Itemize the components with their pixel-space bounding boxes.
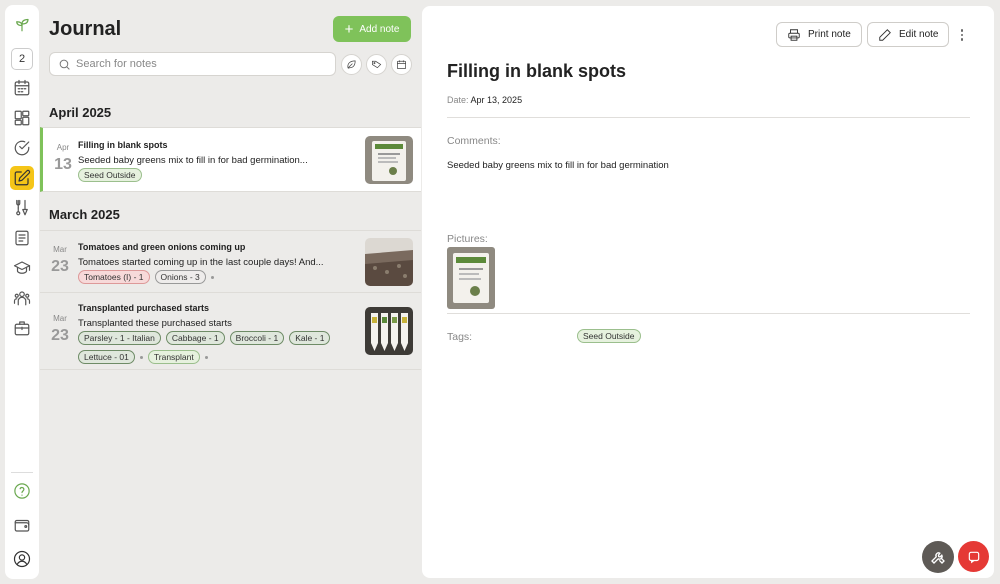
divider — [447, 117, 970, 118]
date-label: Date: — [447, 95, 469, 105]
briefcase-icon[interactable] — [10, 316, 34, 340]
tag-chip[interactable]: Broccoli - 1 — [229, 331, 285, 345]
pictures-label: Pictures: — [447, 233, 488, 245]
note-thumbnail[interactable] — [365, 136, 413, 184]
chat-support-button[interactable] — [958, 541, 989, 572]
nav-rail: 2 — [5, 5, 39, 579]
entry-month: Apr — [56, 143, 70, 152]
calendar-icon[interactable] — [10, 76, 34, 100]
entry-title: Filling in blank spots — [78, 140, 168, 150]
tag-chip[interactable]: Onions - 3 — [154, 270, 206, 284]
note-edit-icon[interactable] — [10, 166, 34, 190]
note-date: Date: Apr 13, 2025 — [447, 95, 522, 105]
seedling-tray-photo-icon — [365, 238, 413, 286]
edit-note-button[interactable]: Edit note — [867, 22, 950, 47]
month-header: April 2025 — [49, 105, 112, 120]
tag-chip[interactable]: Parsley - 1 - Italian — [78, 331, 161, 345]
edit-note-label: Edit note — [899, 29, 939, 40]
note-picture[interactable] — [447, 247, 495, 309]
notification-count-badge[interactable]: 2 — [11, 48, 33, 70]
document-icon[interactable] — [10, 226, 34, 250]
community-icon[interactable] — [10, 286, 34, 310]
list-item[interactable]: Mar 23 Tomatoes and green onions coming … — [40, 230, 421, 293]
more-tags-dot — [204, 355, 208, 359]
search-icon — [59, 59, 70, 70]
comments-text: Seeded baby greens mix to fill in for ba… — [447, 160, 669, 171]
search-input[interactable] — [76, 58, 316, 70]
print-note-label: Print note — [808, 29, 851, 40]
add-note-button[interactable]: + Add note — [333, 16, 411, 42]
entry-title: Tomatoes and green onions coming up — [78, 242, 246, 252]
tags-label: Tags: — [447, 331, 473, 343]
entry-month: Mar — [53, 314, 67, 323]
layout-grid-icon[interactable] — [10, 106, 34, 130]
rail-divider — [11, 472, 33, 473]
more-tags-dot — [210, 275, 214, 279]
entry-month: Mar — [53, 245, 67, 254]
add-note-label: Add note — [359, 23, 400, 35]
tag-chip[interactable]: Tomatoes (I) - 1 — [78, 270, 150, 284]
tag-chip[interactable]: Seed Outside — [577, 329, 641, 343]
printer-icon — [788, 28, 800, 41]
seed-packet-photo-icon — [447, 247, 495, 309]
tag-chip[interactable]: Kale - 1 — [289, 331, 331, 345]
divider — [447, 313, 970, 314]
entry-title: Transplanted purchased starts — [78, 303, 210, 313]
tools-icon — [931, 552, 945, 564]
plus-icon: + — [344, 20, 354, 38]
comments-label: Comments: — [447, 135, 501, 147]
list-item[interactable]: Apr 13 Filling in blank spots Seeded bab… — [40, 127, 421, 192]
search-box[interactable] — [49, 52, 336, 76]
plant-markers-photo-icon — [365, 307, 413, 355]
entry-tags: Parsley - 1 - Italian Cabbage - 1 Brocco… — [78, 331, 353, 364]
note-thumbnail[interactable] — [365, 307, 413, 355]
entry-day: 23 — [51, 327, 69, 344]
notes-list-panel: Journal + Add note April 2025 Apr 13 Fil… — [40, 0, 421, 584]
wallet-icon[interactable] — [10, 513, 34, 537]
tools-fab-button[interactable] — [922, 541, 954, 573]
tag-chip[interactable]: Seed Outside — [78, 168, 142, 182]
date-value: Apr 13, 2025 — [470, 95, 523, 105]
entry-description: Transplanted these purchased starts — [78, 318, 232, 329]
leaf-icon — [347, 60, 356, 69]
filter-tag-button[interactable] — [366, 54, 387, 75]
tag-chip[interactable]: Lettuce - 01 — [78, 350, 135, 364]
page-title: Journal — [49, 18, 122, 40]
help-circle-icon[interactable] — [10, 479, 34, 503]
note-detail-panel: Print note Edit note Filling in blank sp… — [422, 6, 994, 578]
entry-description: Seeded baby greens mix to fill in for ba… — [78, 155, 308, 166]
entry-day: 23 — [51, 258, 69, 275]
month-header: March 2025 — [49, 207, 120, 222]
graduation-cap-icon[interactable] — [10, 256, 34, 280]
tag-chip[interactable]: Cabbage - 1 — [165, 331, 225, 345]
calendar-icon — [397, 60, 406, 69]
garden-tools-icon[interactable] — [10, 196, 34, 220]
sprout-logo-icon[interactable] — [10, 12, 34, 36]
entry-description: Tomatoes started coming up in the last c… — [78, 257, 324, 268]
chat-icon — [968, 551, 979, 563]
pencil-icon — [879, 28, 891, 41]
note-thumbnail[interactable] — [365, 238, 413, 286]
more-options-icon[interactable] — [954, 26, 970, 44]
seed-packet-photo-icon — [365, 136, 413, 184]
entry-day: 13 — [54, 156, 72, 173]
filter-plant-button[interactable] — [341, 54, 362, 75]
note-title: Filling in blank spots — [447, 61, 627, 81]
filter-date-button[interactable] — [391, 54, 412, 75]
entry-tags: Tomatoes (I) - 1 Onions - 3 — [78, 270, 353, 284]
tag-icon — [372, 60, 382, 69]
entry-tags: Seed Outside — [78, 168, 353, 182]
print-note-button[interactable]: Print note — [776, 22, 862, 47]
tag-chip[interactable]: Transplant — [147, 350, 200, 364]
check-circle-icon[interactable] — [10, 136, 34, 160]
avatar-icon[interactable] — [10, 547, 34, 571]
tag-separator-dot — [139, 355, 143, 359]
list-item[interactable]: Mar 23 Transplanted purchased starts Tra… — [40, 293, 421, 370]
